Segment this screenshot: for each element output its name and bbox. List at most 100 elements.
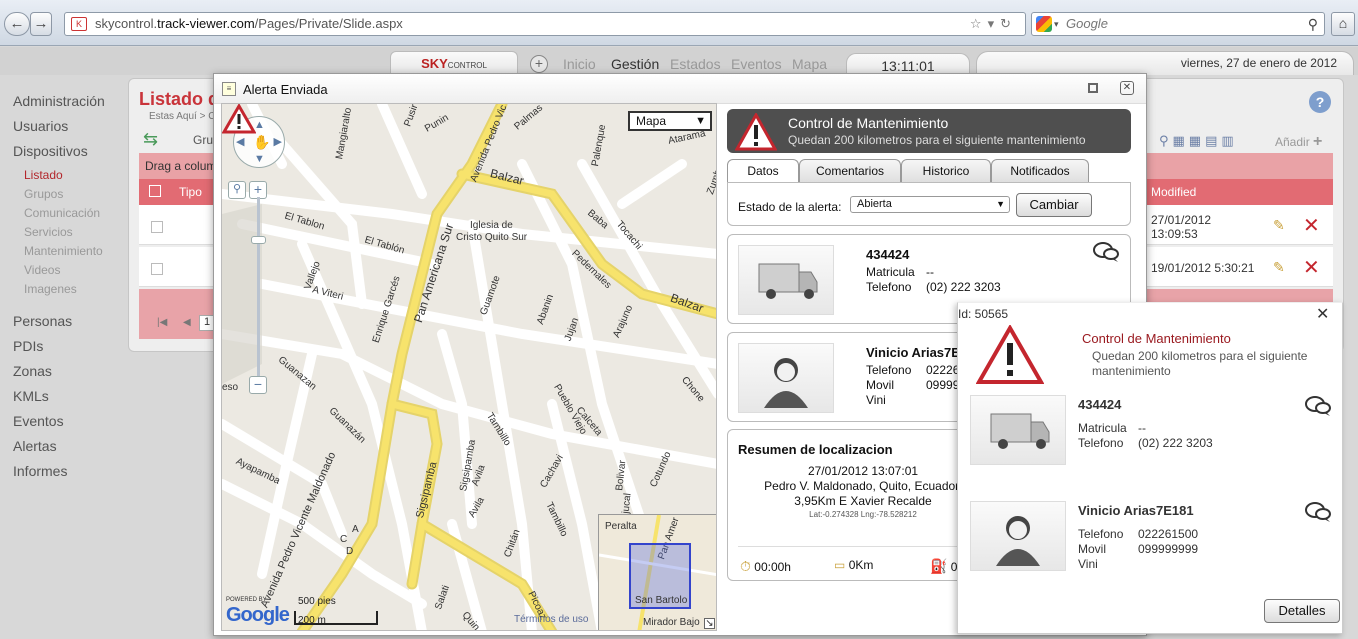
street-label: eso	[222, 382, 239, 393]
terms-link[interactable]: Términos de uso	[514, 614, 588, 625]
maximize-icon[interactable]	[1088, 83, 1098, 93]
row-modified-time: 13:09:53	[1151, 227, 1198, 241]
url-bar[interactable]: K skycontrol.track-viewer.com/Pages/Priv…	[64, 12, 1026, 36]
sidebar-item-eventos[interactable]: Eventos	[13, 413, 64, 429]
row-checkbox[interactable]	[151, 263, 163, 275]
fuel-pump-icon: ⛽	[930, 558, 948, 574]
sidebar-sub-servicios[interactable]: Servicios	[24, 225, 73, 239]
sidebar-item-alertas[interactable]: Alertas	[13, 438, 57, 454]
sidebar-item-kmls[interactable]: KMLs	[13, 388, 49, 404]
first-page-icon[interactable]: |◀	[157, 317, 167, 328]
map-canvas[interactable]: Pusir Punin Mangiaralto Avenida Pedro Vi…	[221, 103, 717, 631]
sidebar-sub-videos[interactable]: Videos	[24, 263, 60, 277]
telefono-key: Telefono	[1078, 527, 1124, 541]
map-type-label: Mapa	[636, 114, 667, 128]
menu-mapa[interactable]: Mapa	[792, 56, 827, 72]
avatar-image	[996, 516, 1040, 566]
scale-ft: 500 pies	[298, 596, 336, 607]
vehicle-name: 434424	[866, 247, 910, 262]
zoom-slider-thumb[interactable]	[251, 236, 266, 244]
sidebar-item-dispositivos[interactable]: Dispositivos	[13, 143, 88, 159]
logo-text-rest: CONTROL	[447, 61, 487, 70]
sidebar-item-administracion[interactable]: Administración	[13, 93, 105, 109]
tab-historico[interactable]: Historico	[901, 159, 991, 183]
alert-marker-icon[interactable]	[222, 104, 256, 134]
sidebar-sub-listado[interactable]: Listado	[24, 168, 63, 182]
sidebar-sub-mantenimiento[interactable]: Mantenimiento	[24, 244, 103, 258]
sidebar-sub-imagenes[interactable]: Imagenes	[24, 282, 77, 296]
close-icon[interactable]: ✕	[1120, 81, 1134, 95]
delete-icon[interactable]: ✕	[1303, 255, 1320, 280]
row-checkbox[interactable]	[151, 221, 163, 233]
pan-left-icon[interactable]: ◀	[236, 135, 244, 148]
chevron-down-icon[interactable]: ▾	[1054, 13, 1059, 35]
google-search-engine-icon[interactable]	[1036, 16, 1052, 32]
sidebar-sub-grupos[interactable]: Grupos	[24, 187, 63, 201]
pan-down-icon[interactable]: ▼	[254, 153, 265, 165]
chat-bubble-icon[interactable]	[1304, 395, 1332, 420]
sidebar-item-zonas[interactable]: Zonas	[13, 363, 52, 379]
edit-icon[interactable]: ✎	[1273, 259, 1285, 276]
chat-bubble-shape	[1305, 396, 1331, 416]
telefono-key: Telefono	[1078, 436, 1124, 450]
time-value: 00:00h	[754, 560, 791, 574]
site-favicon-icon: K	[71, 17, 87, 31]
back-arrow-icon[interactable]: ←	[4, 12, 30, 36]
sidebar-item-informes[interactable]: Informes	[13, 463, 67, 479]
sidebar-item-usuarios[interactable]: Usuarios	[13, 118, 68, 134]
popup-title: Control de Mantenimiento	[1082, 331, 1231, 346]
search-input[interactable]: ▾ Google ⚲	[1031, 12, 1325, 36]
add-menu-icon[interactable]: +	[530, 55, 548, 73]
estado-select[interactable]: Abierta ▼	[850, 196, 1010, 213]
help-icon[interactable]: ?	[1309, 91, 1331, 113]
sidebar-item-personas[interactable]: Personas	[13, 313, 72, 329]
menu-eventos[interactable]: Eventos	[731, 56, 782, 72]
sidebar-sub-comunicacion[interactable]: Comunicación	[24, 206, 100, 220]
tab-comentarios[interactable]: Comentarios	[799, 159, 901, 183]
add-button[interactable]: Añadir +	[1275, 133, 1322, 151]
location-title: Resumen de localizacion	[738, 442, 893, 457]
map-type-select[interactable]: Mapa ▼	[628, 111, 712, 131]
close-icon[interactable]: ✕	[1316, 304, 1329, 324]
menu-gestion[interactable]: Gestión	[611, 56, 659, 72]
telefono-key: Telefono	[866, 280, 912, 294]
modal-titlebar[interactable]: ≡ Alerta Enviada ✕	[214, 74, 1146, 104]
overview-map[interactable]: Peralta Pan Amer San Bartolo Mirador Baj…	[598, 514, 716, 630]
collapse-overview-icon[interactable]: ↘	[704, 618, 715, 629]
tab-datos-panel: Estado de la alerta: Abierta ▼ Cambiar	[727, 182, 1131, 226]
tab-notificados[interactable]: Notificados	[991, 159, 1089, 183]
forward-arrow-icon[interactable]: →	[30, 12, 52, 36]
export-icons[interactable]: ⚲▦▦▤▥	[1159, 133, 1238, 149]
menu-estados[interactable]: Estados	[670, 56, 721, 72]
detalles-button[interactable]: Detalles	[1264, 599, 1340, 623]
home-icon[interactable]: ⌂	[1331, 12, 1355, 36]
overview-label: Mirador Bajo	[643, 617, 700, 628]
select-all-checkbox[interactable]	[149, 185, 161, 197]
tab-datos[interactable]: Datos	[727, 159, 799, 183]
movil-key: Movil	[866, 378, 895, 392]
col-tipo[interactable]: Tipo	[179, 185, 202, 199]
search-icon[interactable]: ⚲	[1308, 13, 1318, 35]
menu-inicio[interactable]: Inicio	[563, 56, 596, 72]
hand-icon[interactable]: ✋	[253, 134, 270, 151]
pan-right-icon[interactable]: ▶	[274, 135, 282, 148]
popup-person-movil: Movil 099999999	[1078, 542, 1198, 556]
zoom-box-icon[interactable]: ⚲	[228, 181, 246, 199]
warning-icon	[735, 113, 777, 151]
alert-document-icon: ≡	[222, 82, 236, 96]
cambiar-button[interactable]: Cambiar	[1016, 193, 1092, 217]
chat-bubble-icon[interactable]	[1304, 501, 1332, 526]
refresh-icon[interactable]: ⇆	[143, 129, 158, 150]
sidebar-item-pdis[interactable]: PDIs	[13, 338, 43, 354]
col-modified[interactable]: Modified	[1151, 185, 1196, 199]
chat-bubble-icon[interactable]	[1092, 241, 1120, 266]
edit-icon[interactable]: ✎	[1273, 217, 1285, 234]
bookmark-star-icon[interactable]: ☆▾↻	[970, 13, 1017, 35]
zoom-slider-track[interactable]	[257, 197, 260, 381]
prev-page-icon[interactable]: ◀	[183, 317, 191, 328]
delete-icon[interactable]: ✕	[1303, 213, 1320, 238]
zoom-out-button[interactable]: −	[249, 376, 267, 394]
truck-image	[990, 413, 1050, 449]
estado-value: Abierta	[857, 198, 892, 210]
banner-title: Control de Mantenimiento	[788, 115, 949, 131]
